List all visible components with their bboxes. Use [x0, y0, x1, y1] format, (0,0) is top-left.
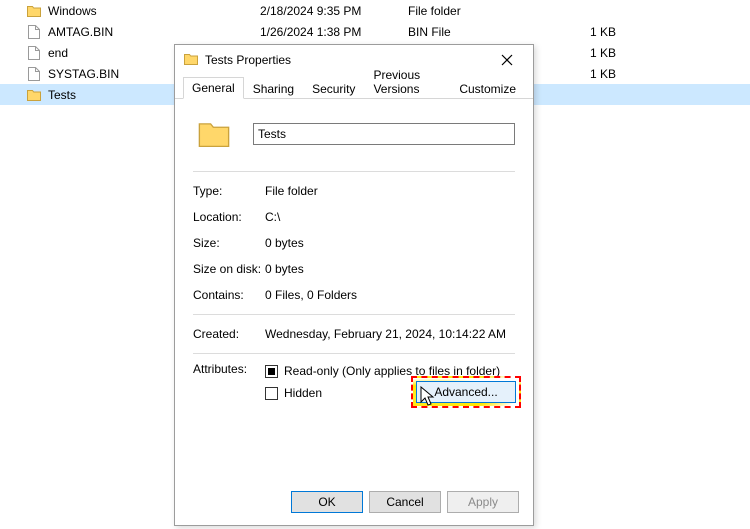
file-date: 2/18/2024 9:35 PM	[260, 4, 408, 18]
tabstrip: General Sharing Security Previous Versio…	[175, 75, 533, 99]
tab-general[interactable]: General	[183, 77, 244, 99]
tab-previous-versions[interactable]: Previous Versions	[364, 64, 450, 99]
apply-button[interactable]: Apply	[447, 491, 519, 513]
file-name: end	[48, 46, 68, 60]
file-size: 1 KB	[566, 67, 626, 81]
tab-sharing[interactable]: Sharing	[244, 78, 303, 99]
file-name: SYSTAG.BIN	[48, 67, 119, 81]
separator	[193, 171, 515, 172]
value-contains: 0 Files, 0 Folders	[265, 288, 515, 302]
label-size-on-disk: Size on disk:	[193, 262, 265, 276]
file-type: BIN File	[408, 25, 566, 39]
folder-icon	[183, 51, 199, 70]
titlebar[interactable]: Tests Properties	[175, 45, 533, 75]
properties-dialog: Tests Properties General Sharing Securit…	[174, 44, 534, 526]
label-attributes: Attributes:	[193, 360, 265, 404]
hidden-checkbox[interactable]	[265, 387, 278, 400]
tab-security[interactable]: Security	[303, 78, 364, 99]
file-icon	[24, 66, 44, 82]
folder-icon	[193, 113, 235, 155]
file-icon	[24, 24, 44, 40]
file-row[interactable]: AMTAG.BIN 1/26/2024 1:38 PM BIN File 1 K…	[0, 21, 750, 42]
ok-button[interactable]: OK	[291, 491, 363, 513]
file-size: 1 KB	[566, 46, 626, 60]
value-size: 0 bytes	[265, 236, 515, 250]
tab-customize[interactable]: Customize	[450, 78, 525, 99]
separator	[193, 353, 515, 354]
folder-name-input[interactable]	[253, 123, 515, 145]
general-panel: Type:File folder Location:C:\ Size:0 byt…	[175, 99, 533, 481]
file-name: AMTAG.BIN	[48, 25, 113, 39]
file-type: File folder	[408, 4, 566, 18]
value-type: File folder	[265, 184, 515, 198]
file-date: 1/26/2024 1:38 PM	[260, 25, 408, 39]
label-type: Type:	[193, 184, 265, 198]
file-row[interactable]: Windows 2/18/2024 9:35 PM File folder	[0, 0, 750, 21]
value-location: C:\	[265, 210, 515, 224]
file-name: Tests	[48, 88, 76, 102]
file-name: Windows	[48, 4, 97, 18]
hidden-label: Hidden	[284, 386, 322, 400]
folder-icon	[24, 3, 44, 19]
file-size: 1 KB	[566, 25, 626, 39]
label-size: Size:	[193, 236, 265, 250]
value-created: Wednesday, February 21, 2024, 10:14:22 A…	[265, 327, 515, 341]
value-size-on-disk: 0 bytes	[265, 262, 515, 276]
folder-icon	[24, 87, 44, 103]
readonly-checkbox[interactable]	[265, 365, 278, 378]
file-icon	[24, 45, 44, 61]
highlight-annotation: Advanced...	[411, 376, 521, 408]
label-location: Location:	[193, 210, 265, 224]
label-created: Created:	[193, 327, 265, 341]
separator	[193, 314, 515, 315]
dialog-button-row: OK Cancel Apply	[175, 481, 533, 525]
close-button[interactable]	[487, 47, 527, 73]
label-contains: Contains:	[193, 288, 265, 302]
advanced-button[interactable]: Advanced...	[416, 381, 516, 403]
cancel-button[interactable]: Cancel	[369, 491, 441, 513]
